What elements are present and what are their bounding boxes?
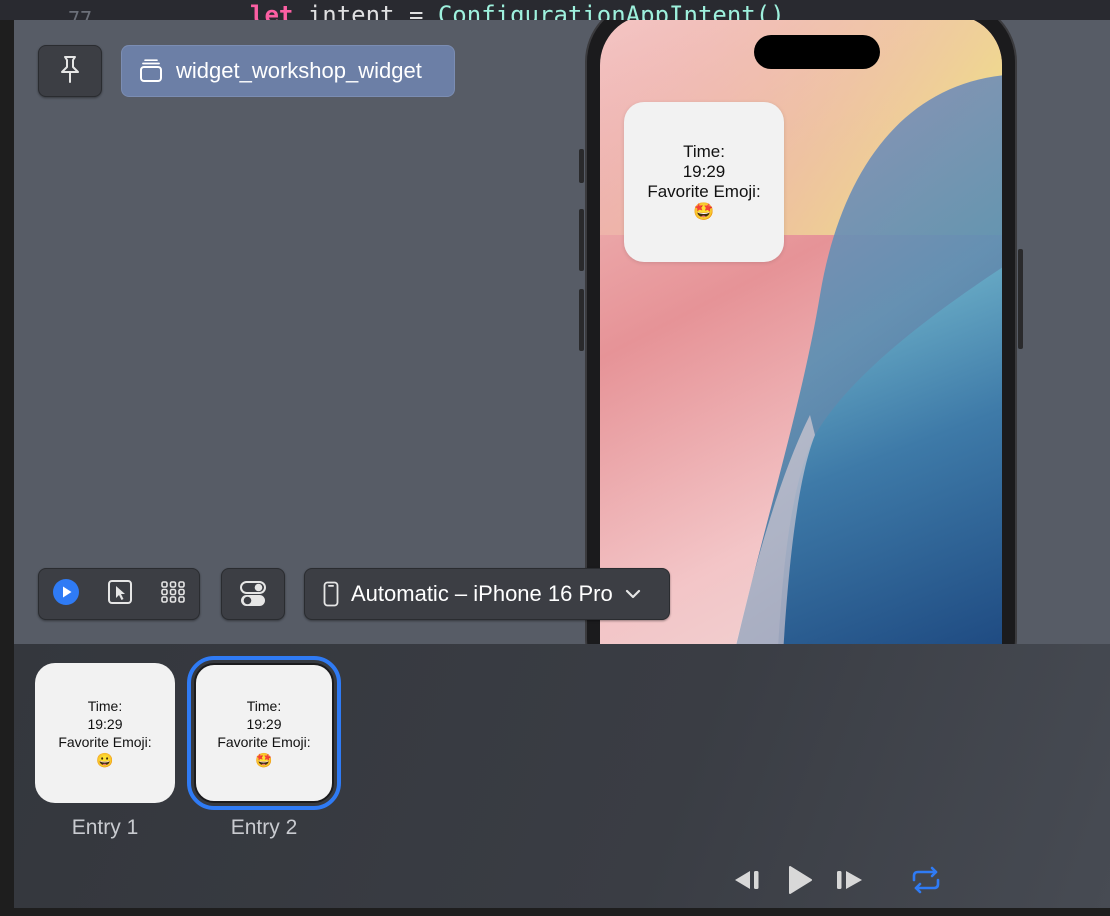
entry-time-value: 19:29	[87, 716, 123, 732]
iphone-device-frame: Time: 19:29 Favorite Emoji: 🤩	[579, 20, 1023, 644]
variants-button[interactable]	[221, 568, 285, 620]
pin-button[interactable]	[38, 45, 102, 97]
playback-controls	[732, 864, 962, 896]
repeat-icon	[912, 866, 940, 894]
selectable-mode-button[interactable]	[107, 579, 133, 610]
code-identifier: intent =	[293, 1, 438, 20]
cursor-select-icon	[107, 579, 132, 604]
entry-time-value: 19:29	[246, 716, 282, 732]
timeline-entry-1[interactable]: Time: 19:29 Favorite Emoji: 😀	[35, 663, 175, 803]
step-forward-button[interactable]	[834, 868, 866, 892]
timeline-entry-2[interactable]: Time: 19:29 Favorite Emoji: 🤩	[187, 656, 341, 810]
grid-icon	[160, 580, 185, 603]
code-editor-strip[interactable]: 77 let intent = ConfigurationAppIntent()	[0, 0, 1110, 20]
device-selector[interactable]: Automatic – iPhone 16 Pro	[304, 568, 670, 620]
code-keyword: let	[250, 1, 294, 20]
code-type: ConfigurationAppIntent()	[437, 1, 785, 20]
widget-emoji: 🤩	[693, 202, 715, 221]
widget-name-label: widget_workshop_widget	[176, 58, 422, 83]
line-number: 77	[68, 7, 93, 20]
entry-emoji: 😀	[96, 752, 114, 768]
grid-mode-button[interactable]	[160, 579, 186, 610]
chevron-down-icon	[625, 588, 641, 600]
widget-time-value: 19:29	[682, 162, 726, 181]
widget-emoji-label: Favorite Emoji:	[647, 182, 761, 201]
entry-emoji-label: Favorite Emoji:	[58, 734, 152, 750]
step-back-button[interactable]	[732, 868, 764, 892]
volume-down-button	[579, 289, 584, 351]
stack-icon	[138, 58, 164, 84]
device-label: Automatic – iPhone 16 Pro	[351, 581, 613, 606]
iphone-icon	[323, 581, 339, 607]
play-button[interactable]	[784, 864, 814, 896]
toggles-icon	[240, 581, 266, 606]
preview-canvas: widget_workshop_widget Time: 19:29 Favor…	[14, 20, 1110, 644]
dynamic-island	[754, 35, 880, 69]
entry-emoji-label: Favorite Emoji:	[217, 734, 311, 750]
entry-2-label: Entry 2	[230, 816, 298, 839]
widget-time-label: Time:	[683, 142, 725, 161]
entry-emoji: 🤩	[255, 752, 273, 768]
volume-up-button	[579, 209, 584, 271]
play-icon	[789, 866, 812, 894]
window-bottom-border	[0, 908, 1110, 916]
entry-1-label: Entry 1	[71, 816, 139, 839]
pin-icon	[57, 54, 83, 89]
play-circle-icon	[53, 578, 80, 605]
code-line: let intent = ConfigurationAppIntent()	[250, 0, 785, 20]
entry-time-label: Time:	[87, 698, 123, 714]
left-gutter	[0, 0, 15, 916]
home-screen-widget[interactable]: Time: 19:29 Favorite Emoji: 🤩	[624, 102, 784, 262]
timeline-panel: Time: 19:29 Favorite Emoji: 😀 Entry 1 Ti…	[14, 644, 1110, 908]
action-button	[579, 149, 584, 183]
phone-screen: Time: 19:29 Favorite Emoji: 🤩	[600, 20, 1002, 644]
entry-time-label: Time:	[246, 698, 282, 714]
preview-mode-group	[38, 568, 200, 620]
live-mode-button[interactable]	[52, 578, 80, 611]
widget-selector-button[interactable]: widget_workshop_widget	[121, 45, 455, 97]
step-back-icon	[735, 871, 759, 889]
power-button	[1018, 249, 1023, 349]
loop-button[interactable]	[910, 866, 942, 894]
step-forward-icon	[837, 871, 862, 889]
